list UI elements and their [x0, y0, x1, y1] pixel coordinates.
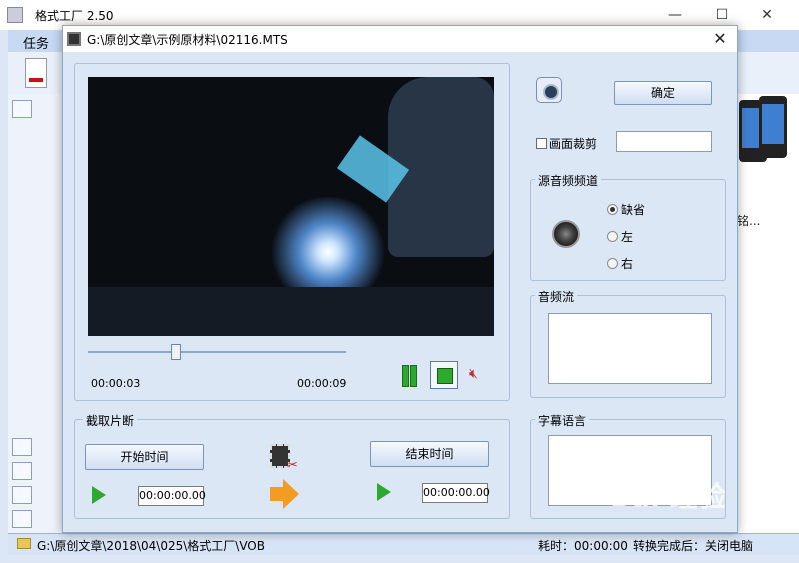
source-audio-label: 源音频频道 [535, 172, 602, 189]
phone-image [759, 96, 787, 158]
folder-icon [17, 538, 31, 549]
film-icon [67, 32, 81, 46]
video-category-icon[interactable] [12, 100, 32, 118]
after-conversion-setting[interactable]: 转换完成后：关闭电脑 [633, 537, 753, 554]
elapsed-time: 耗时：00:00:00 [538, 539, 628, 553]
start-time-button[interactable]: 开始时间 [85, 444, 204, 470]
crop-field[interactable] [616, 131, 712, 152]
clip-dialog: G:\原创文章\示例原材料\02116.MTS ✕ 00:00:03 00:00… [62, 25, 738, 533]
dialog-title: G:\原创文章\示例原材料\02116.MTS [87, 33, 288, 47]
snapshot-icon[interactable] [536, 77, 562, 103]
disc-category-icon[interactable] [12, 486, 32, 504]
status-bar: G:\原创文章\2018\04\025\格式工厂\VOB 耗时：00:00:00… [8, 533, 799, 555]
play-start-icon[interactable] [92, 486, 106, 504]
mute-icon[interactable]: 🔇︎ [469, 366, 478, 382]
picture-category-icon[interactable] [12, 462, 32, 480]
subtitle-language-label: 字幕语言 [535, 412, 590, 429]
video-preview [88, 77, 494, 336]
pause-icon[interactable] [402, 365, 417, 387]
truncated-text: 铭... [737, 214, 761, 228]
audio-left-label: 左 [621, 230, 634, 244]
audio-left-radio[interactable] [607, 231, 618, 242]
frame-step-icon[interactable] [430, 361, 458, 389]
output-path: G:\原创文章\2018\04\025\格式工厂\VOB [37, 539, 265, 553]
dialog-title-bar: G:\原创文章\示例原材料\02116.MTS ✕ [63, 26, 737, 52]
arrow-right-icon [270, 479, 299, 509]
start-time-field[interactable]: 00:00:00.00 [138, 486, 206, 506]
audio-stream-list[interactable] [548, 313, 712, 384]
total-time: 00:00:09 [297, 377, 347, 390]
advanced-category-icon[interactable] [12, 510, 32, 528]
current-time: 00:00:03 [91, 377, 141, 390]
seek-slider-thumb[interactable] [171, 344, 181, 360]
audio-right-radio[interactable] [607, 258, 618, 269]
ok-button[interactable]: 确定 [614, 81, 712, 105]
end-time-button[interactable]: 结束时间 [370, 441, 489, 467]
video-frame-floor [88, 287, 494, 336]
scissors-icon: ✂ [287, 458, 298, 473]
speaker-icon [552, 220, 580, 248]
close-icon[interactable]: ✕ [756, 4, 778, 26]
crop-label: 画面裁剪 [549, 137, 598, 151]
seek-slider-track[interactable] [88, 351, 346, 353]
audio-category-icon[interactable] [12, 438, 32, 456]
minimize-icon[interactable]: — [664, 4, 686, 26]
clip-section-label: 截取片断 [83, 412, 138, 429]
watermark-logo: Bai 经验 [610, 480, 726, 513]
end-time-field[interactable]: 00:00:00.00 [422, 483, 490, 503]
audio-default-label: 缺省 [621, 203, 646, 217]
app-title: 格式工厂 2.50 [35, 9, 114, 23]
audio-default-radio[interactable] [607, 204, 618, 215]
play-end-icon[interactable] [377, 483, 391, 501]
menu-tasks[interactable]: 任务 [23, 33, 49, 52]
category-sidebar [8, 94, 63, 534]
audio-right-label: 右 [621, 257, 634, 271]
audio-stream-label: 音频流 [535, 288, 578, 305]
crop-checkbox[interactable] [536, 138, 547, 149]
right-preview-area: 铭... [737, 94, 799, 533]
app-icon [7, 7, 23, 23]
maximize-icon[interactable]: ☐ [711, 4, 733, 26]
document-icon[interactable] [25, 58, 47, 88]
dialog-close-icon[interactable]: ✕ [709, 28, 731, 50]
